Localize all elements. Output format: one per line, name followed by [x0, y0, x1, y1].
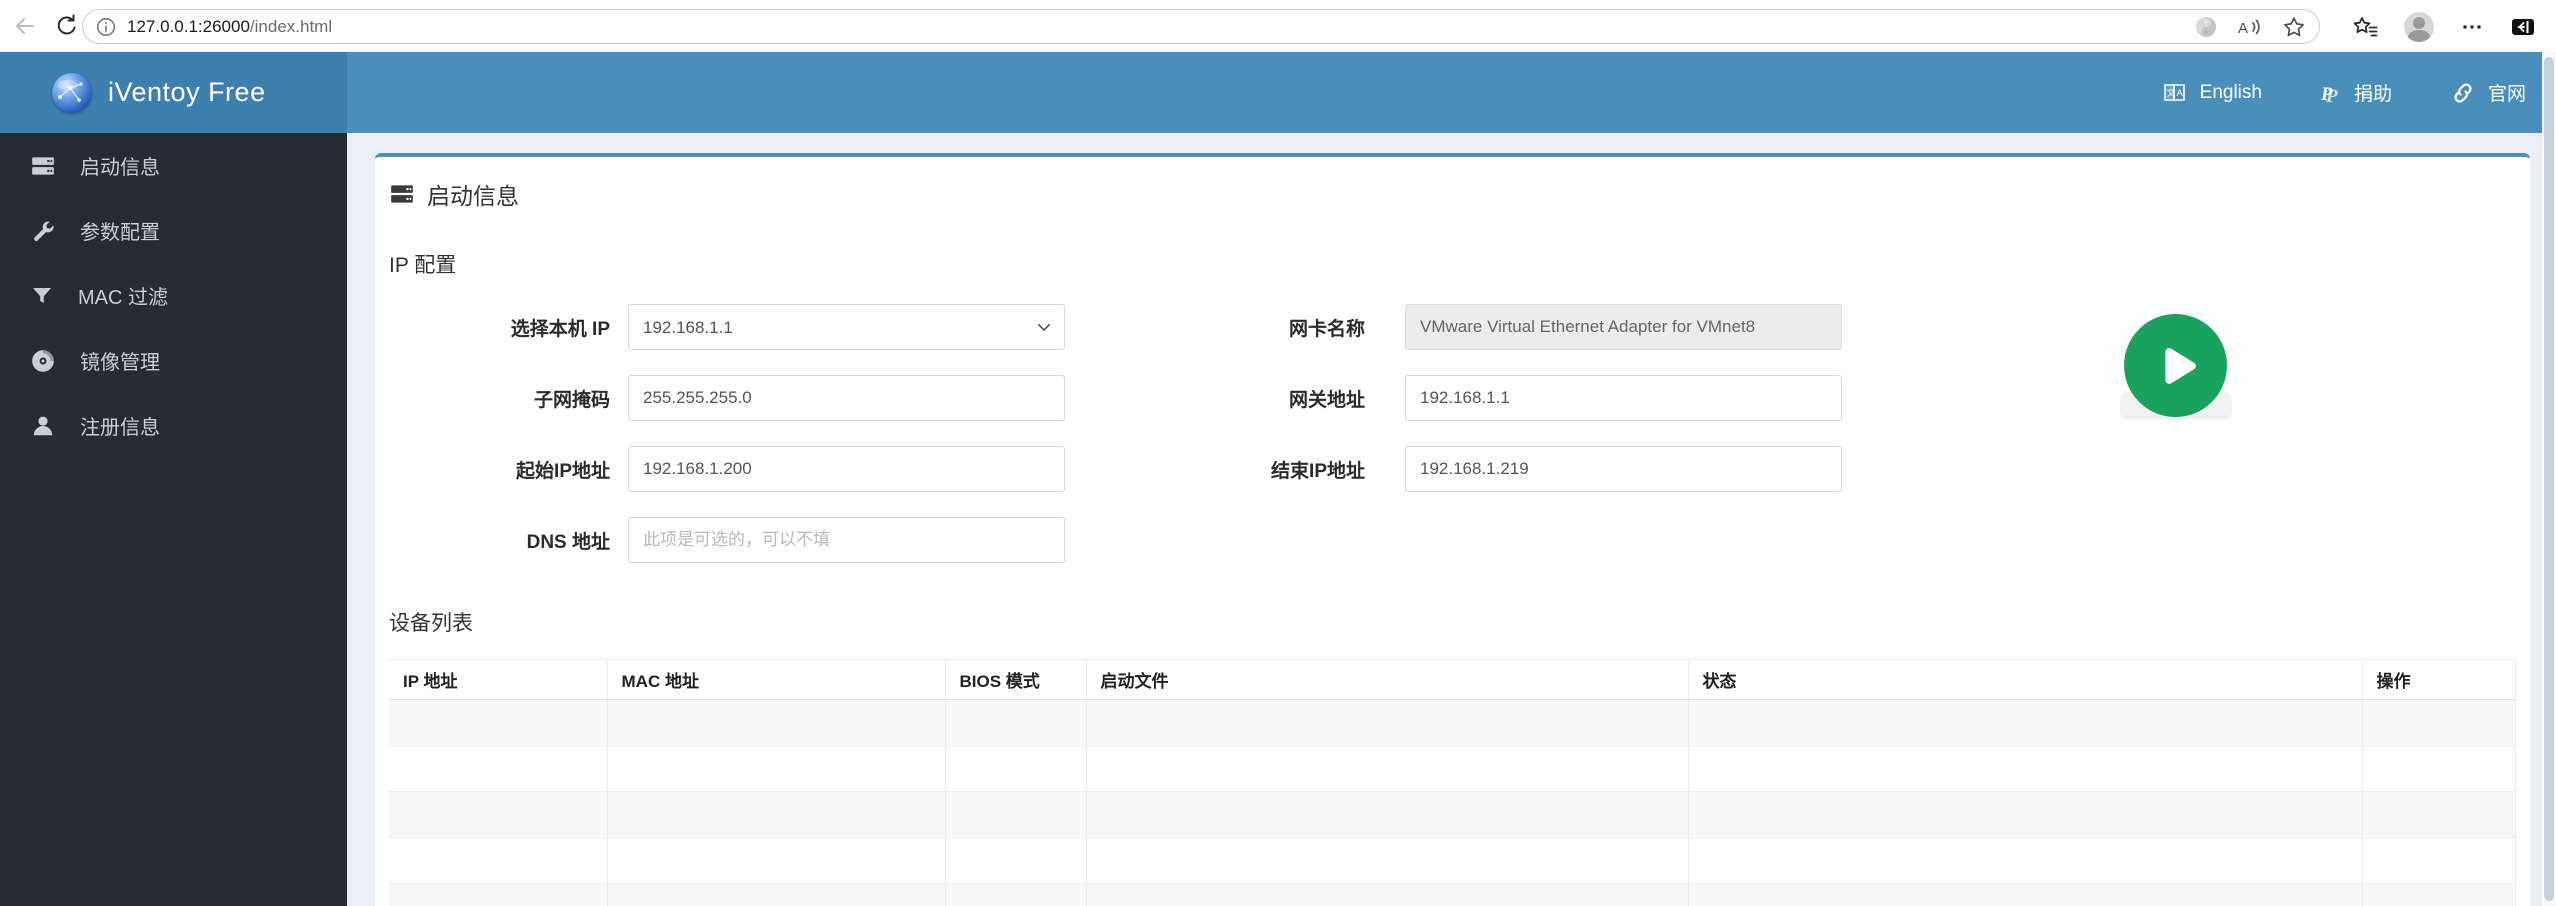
- play-icon: [2164, 347, 2196, 384]
- col-actions: 操作: [2362, 659, 2516, 700]
- sidebar-item-mac-filter[interactable]: MAC 过滤: [0, 263, 347, 328]
- language-link[interactable]: 文A English: [2162, 81, 2262, 105]
- website-link-label: 官网: [2487, 84, 2526, 105]
- read-aloud-icon[interactable]: A: [2237, 14, 2263, 40]
- donate-link[interactable]: PP 捐助: [2320, 79, 2392, 106]
- ip-start-label: 起始IP地址: [516, 460, 610, 482]
- browser-extension-icon[interactable]: [2193, 14, 2219, 40]
- app-header: iVentoy Free 文A English PP 捐助 官网: [0, 52, 2542, 133]
- device-list-section-title: 设备列表: [389, 612, 473, 635]
- iventoy-logo: [52, 72, 92, 113]
- disc-icon: [32, 349, 54, 372]
- svg-text:文: 文: [2166, 87, 2175, 98]
- header-links: 文A English PP 捐助 官网: [347, 52, 2542, 133]
- col-boot-file: 启动文件: [1086, 659, 1689, 700]
- svg-text:A: A: [2238, 20, 2248, 37]
- dns-label: DNS 地址: [526, 531, 610, 553]
- server-icon: [32, 156, 54, 175]
- sidebar-item-label: 注册信息: [80, 417, 160, 439]
- sidebar-item-config[interactable]: 参数配置: [0, 198, 347, 263]
- device-table-header-row: IP 地址 MAC 地址 BIOS 模式 启动文件 状态 操作: [389, 659, 2516, 700]
- sidebar-item-label: MAC 过滤: [78, 287, 168, 309]
- url-text: 127.0.0.1:26000/index.html: [127, 17, 332, 37]
- ip-end-field[interactable]: [1405, 446, 1842, 492]
- user-icon: [33, 416, 53, 435]
- language-link-label: English: [2199, 81, 2262, 103]
- sidebar-nav: 启动信息 参数配置 MAC 过滤 镜像管理 注册信息: [0, 133, 347, 906]
- svg-text:A: A: [2176, 88, 2183, 99]
- donate-link-label: 捐助: [2353, 84, 2392, 105]
- favorite-star-icon[interactable]: [2281, 14, 2307, 40]
- scrollbar-thumb[interactable]: [2544, 57, 2554, 901]
- subnet-mask-field[interactable]: [628, 375, 1065, 421]
- back-arrow-icon: [16, 18, 34, 34]
- address-bar[interactable]: 127.0.0.1:26000/index.html A: [82, 9, 2320, 44]
- settings-menu-icon[interactable]: [2460, 15, 2484, 39]
- nic-name-field: [1405, 304, 1842, 350]
- col-status: 状态: [1688, 659, 2363, 700]
- sidebar-item-boot-info[interactable]: 启动信息: [0, 133, 347, 198]
- svg-text:P: P: [2325, 86, 2338, 105]
- dns-field[interactable]: [628, 517, 1065, 563]
- back-button[interactable]: [8, 9, 42, 43]
- gateway-label: 网关地址: [1288, 389, 1365, 411]
- col-bios-mode: BIOS 模式: [945, 659, 1087, 700]
- table-row: [389, 883, 2516, 906]
- sidebar-item-register-info[interactable]: 注册信息: [0, 393, 347, 458]
- col-mac-address: MAC 地址: [607, 659, 946, 700]
- app-logo-area: iVentoy Free: [0, 52, 347, 133]
- refresh-icon: [57, 14, 76, 35]
- favorites-bar-icon[interactable]: [2352, 15, 2378, 39]
- ip-start-field[interactable]: [628, 446, 1065, 492]
- wrench-icon: [34, 221, 54, 241]
- local-ip-label: 选择本机 IP: [510, 318, 610, 340]
- profile-avatar[interactable]: [2404, 11, 2434, 42]
- page-scrollbar[interactable]: [2542, 52, 2556, 906]
- gateway-field[interactable]: [1405, 375, 1842, 421]
- translate-icon: 文A: [2163, 83, 2185, 101]
- sidebar-toggle-icon[interactable]: [2510, 15, 2536, 39]
- start-service-button[interactable]: [2124, 314, 2227, 417]
- nic-name-label: 网卡名称: [1288, 318, 1365, 340]
- ip-end-label: 结束IP地址: [1271, 460, 1365, 482]
- paypal-icon: PP: [2320, 84, 2338, 105]
- subnet-mask-label: 子网掩码: [533, 389, 610, 411]
- sidebar-item-label: 镜像管理: [80, 352, 160, 374]
- refresh-button[interactable]: [50, 9, 84, 43]
- boot-info-panel: 启动信息 IP 配置 选择本机 IP 192.168.1.1 网卡名称 VMwa…: [375, 153, 2530, 906]
- server-icon: [391, 185, 413, 203]
- link-icon: [2454, 82, 2472, 103]
- ip-config-section-title: IP 配置: [389, 254, 457, 277]
- sidebar-item-image-mgmt[interactable]: 镜像管理: [0, 328, 347, 393]
- sidebar-item-label: 参数配置: [80, 222, 160, 244]
- site-info-icon[interactable]: [95, 16, 117, 38]
- browser-toolbar: 127.0.0.1:26000/index.html A: [0, 0, 2556, 52]
- page-title-label: 启动信息: [427, 183, 519, 209]
- sidebar-item-label: 启动信息: [80, 157, 160, 179]
- browser-actions: [2352, 9, 2536, 44]
- table-row: [389, 837, 2516, 884]
- device-table: IP 地址 MAC 地址 BIOS 模式 启动文件 状态 操作: [389, 659, 2516, 906]
- main-content: 启动信息 IP 配置 选择本机 IP 192.168.1.1 网卡名称 VMwa…: [347, 133, 2542, 906]
- filter-icon: [33, 287, 51, 303]
- page-title: 启动信息: [389, 177, 2516, 211]
- url-host: 127.0.0.1:26000: [127, 16, 250, 36]
- table-row: [389, 699, 2516, 746]
- url-path: /index.html: [249, 16, 333, 36]
- website-link[interactable]: 官网: [2450, 79, 2526, 106]
- local-ip-select[interactable]: 192.168.1.1: [628, 304, 1065, 350]
- app-title: iVentoy Free: [108, 77, 266, 107]
- table-row: [389, 791, 2516, 838]
- table-row: [389, 745, 2516, 792]
- col-ip-address: IP 地址: [389, 659, 608, 700]
